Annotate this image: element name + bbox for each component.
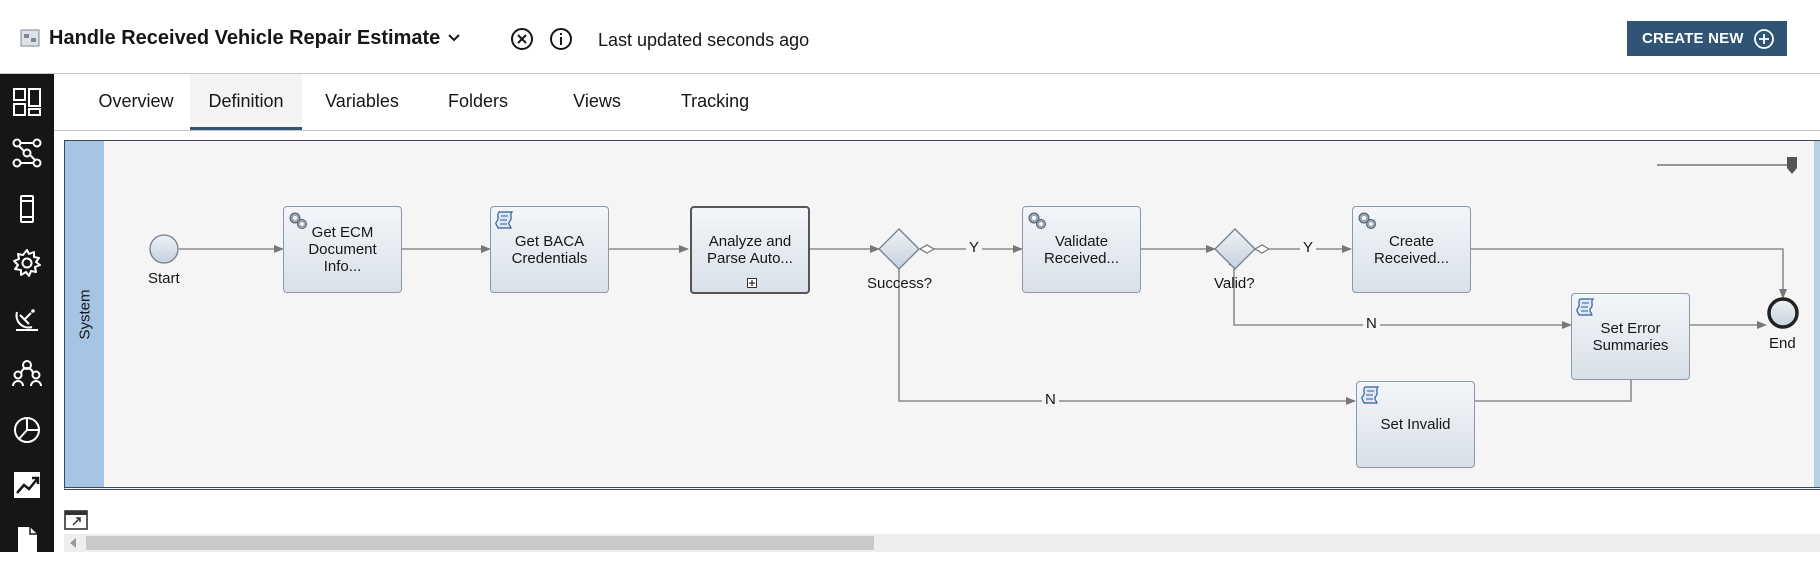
mobile-icon — [20, 195, 34, 223]
activity-set-error-summaries[interactable]: Set Error Summaries — [1571, 293, 1690, 380]
open-in-window-icon[interactable] — [64, 510, 88, 530]
activity-set-invalid[interactable]: Set Invalid — [1356, 381, 1475, 468]
gateway-valid[interactable] — [1214, 228, 1256, 270]
tab-bar: Overview Definition Variables Folders Vi… — [54, 74, 1820, 131]
tab-folders[interactable]: Folders — [428, 74, 528, 128]
activity-get-baca[interactable]: Get BACA Credentials — [490, 206, 609, 293]
horizontal-scrollbar[interactable] — [64, 534, 1820, 552]
expand-subprocess-icon[interactable] — [747, 278, 757, 288]
add-circle-icon — [1754, 29, 1774, 49]
nav-dashboard[interactable] — [0, 77, 54, 127]
activity-analyze-parse[interactable]: Analyze and Parse Auto... — [690, 206, 810, 294]
page-header: Handle Received Vehicle Repair Estimate … — [0, 0, 1820, 74]
script-task-icon — [1576, 298, 1595, 316]
flow-label-valid-yes: Y — [1300, 239, 1317, 256]
service-task-icon — [289, 212, 307, 229]
document-icon — [18, 527, 37, 554]
info-icon[interactable] — [549, 27, 573, 51]
close-circle-icon[interactable] — [510, 27, 534, 51]
nav-mobile[interactable] — [0, 184, 54, 234]
script-task-icon — [495, 211, 514, 229]
activity-get-baca-label: Get BACA Credentials — [511, 232, 588, 267]
tab-variables[interactable]: Variables — [310, 74, 414, 128]
process-app-icon — [20, 29, 40, 47]
nav-analytics[interactable] — [0, 405, 54, 455]
tab-tracking[interactable]: Tracking — [660, 74, 770, 128]
flow-create-end — [1471, 248, 1787, 299]
tab-views[interactable]: Views — [547, 74, 647, 128]
gateway-valid-label: Valid? — [1214, 275, 1255, 292]
last-updated-text: Last updated seconds ago — [598, 30, 810, 50]
activity-create-received-label: Create Received... — [1373, 232, 1450, 267]
end-label: End — [1769, 335, 1796, 352]
scroll-left-arrow-icon[interactable] — [70, 538, 76, 548]
process-icon — [12, 138, 42, 168]
end-event[interactable] — [1767, 297, 1799, 329]
flow-label-valid-no: N — [1363, 315, 1380, 332]
activity-set-error-summaries-label: Set Error Summaries — [1592, 319, 1669, 354]
service-task-icon — [1358, 212, 1376, 229]
activity-set-invalid-label: Set Invalid — [1380, 416, 1451, 433]
gateway-success-label: Success? — [867, 275, 933, 292]
activity-get-ecm-label: Get ECM Document Info... — [308, 224, 377, 275]
trend-chart-icon — [14, 472, 40, 498]
process-diagram-canvas[interactable]: System Start End Success? Valid? Y Y N N… — [64, 140, 1820, 490]
left-nav-rail — [0, 74, 54, 554]
gateway-success[interactable] — [878, 228, 920, 270]
nav-documents[interactable] — [0, 514, 54, 564]
create-new-label: CREATE NEW — [1642, 30, 1744, 47]
start-label: Start — [148, 270, 180, 287]
dashboard-icon — [13, 88, 41, 116]
activity-get-ecm[interactable]: Get ECM Document Info... — [283, 206, 402, 293]
nav-satellite[interactable] — [0, 292, 54, 342]
settings-icon — [13, 249, 41, 277]
nav-settings[interactable] — [0, 238, 54, 288]
page-title: Handle Received Vehicle Repair Estimate — [49, 27, 441, 49]
satellite-icon — [15, 309, 38, 331]
pie-chart-icon — [14, 417, 40, 443]
conditional-flow-marker — [918, 244, 936, 254]
nav-performance[interactable] — [0, 460, 54, 510]
activity-validate-received-label: Validate Received... — [1043, 232, 1120, 267]
activity-analyze-parse-label: Analyze and Parse Auto... — [707, 233, 793, 267]
flow-label-success-yes: Y — [966, 239, 983, 256]
conditional-flow-marker — [1253, 244, 1271, 254]
script-task-icon — [1361, 386, 1380, 404]
activity-create-received[interactable]: Create Received... — [1352, 206, 1471, 293]
chevron-down-icon[interactable] — [445, 28, 463, 46]
service-task-icon — [1028, 212, 1046, 229]
flow-label-success-no: N — [1042, 391, 1059, 408]
nav-process[interactable] — [0, 128, 54, 178]
flow-connections — [149, 157, 1799, 405]
scrollbar-thumb[interactable] — [86, 536, 874, 550]
tab-definition[interactable]: Definition — [190, 74, 302, 130]
nav-users[interactable] — [0, 348, 54, 398]
overview-handle-icon[interactable] — [1787, 157, 1797, 174]
start-event[interactable] — [149, 234, 179, 264]
users-icon — [12, 360, 42, 387]
tab-overview[interactable]: Overview — [81, 74, 191, 128]
create-new-button[interactable]: CREATE NEW — [1627, 21, 1787, 56]
activity-validate-received[interactable]: Validate Received... — [1022, 206, 1141, 293]
